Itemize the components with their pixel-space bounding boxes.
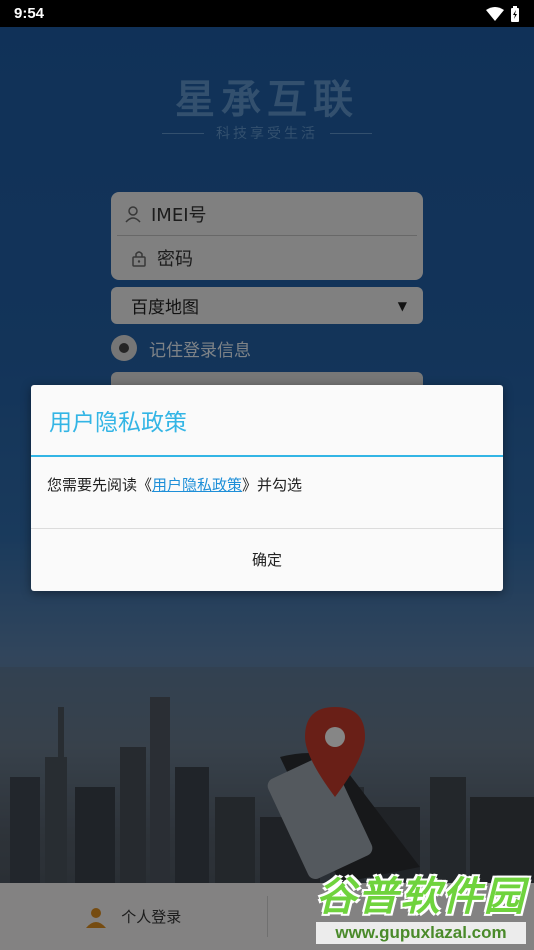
status-bar: 9:54 <box>0 0 534 27</box>
privacy-policy-dialog: 用户隐私政策 您需要先阅读《用户隐私政策》并勾选 确定 <box>31 385 503 591</box>
dialog-message-prefix: 您需要先阅读《 <box>47 476 153 494</box>
privacy-policy-link[interactable]: 用户隐私政策 <box>152 476 242 494</box>
dialog-message: 您需要先阅读《用户隐私政策》并勾选 <box>31 457 503 529</box>
status-time: 9:54 <box>14 5 45 22</box>
battery-charging-icon <box>511 5 519 22</box>
dialog-title: 用户隐私政策 <box>31 385 503 457</box>
confirm-button[interactable]: 确定 <box>31 529 503 589</box>
watermark-brand: 谷普软件园 <box>316 874 526 920</box>
watermark-logo: 谷普软件园 www.gupuxlazal.com <box>316 864 526 944</box>
status-icons <box>486 5 520 22</box>
wifi-icon <box>486 6 504 21</box>
dialog-message-suffix: 》并勾选 <box>242 476 303 494</box>
watermark-url: www.gupuxlazal.com <box>316 922 526 944</box>
